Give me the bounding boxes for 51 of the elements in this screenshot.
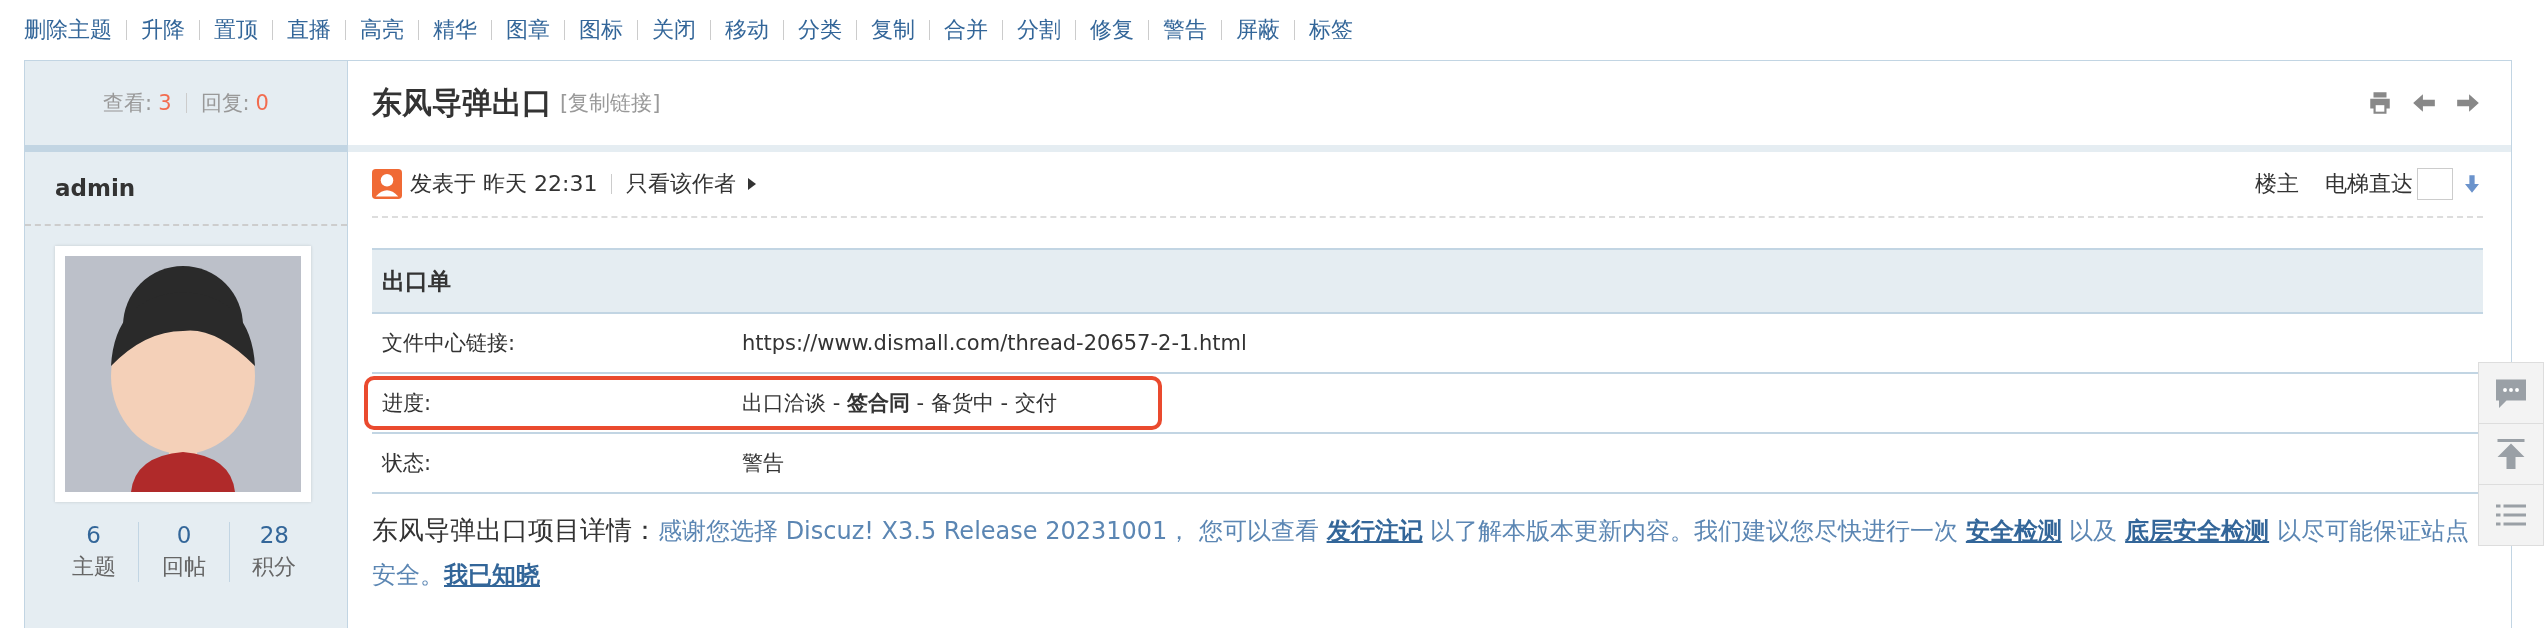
floor-label: 楼主 (2255, 170, 2299, 198)
stat-label: 主题 (71, 553, 116, 581)
thread-title: 东风导弹出口 (372, 83, 552, 122)
moderation-link[interactable]: 升降 (141, 15, 185, 45)
details-text: 东风导弹出口项目详情：感谢您选择 Discuz! X3.5 Release 20231001， 您可以查看 发行注记 以了解本版本更新内容。我们建议您尽快进行一次 安全检测 以及 底层安全检测 以尽可能保证站点安全。我已知晓 (372, 514, 2470, 591)
stat-count[interactable]: 28 (259, 522, 289, 548)
notice-link[interactable]: 底层安全检测 (2125, 517, 2270, 545)
moderation-link[interactable]: 直播 (287, 15, 331, 45)
author-name[interactable]: admin (55, 175, 136, 201)
moderation-link[interactable]: 图标 (579, 15, 623, 45)
moderation-link[interactable]: 删除主题 (24, 15, 112, 45)
moderation-link[interactable]: 分割 (1017, 15, 1061, 45)
field-label: 进度: (382, 390, 433, 417)
stat-label: 回帖 (162, 553, 206, 581)
author-only-link[interactable]: 只看该作者 (626, 169, 737, 199)
moderation-link[interactable]: 高亮 (360, 15, 404, 45)
notice-link[interactable]: 发行注记 (1326, 517, 1423, 545)
moderation-link[interactable]: 合并 (944, 15, 988, 45)
moderation-link[interactable]: 分类 (798, 15, 842, 45)
views-label: 查看: (103, 90, 153, 117)
moderation-link[interactable]: 置顶 (214, 15, 258, 45)
user-icon (372, 169, 402, 199)
stat-count[interactable]: 0 (176, 522, 192, 548)
field-value: 出口洽谈 - 签合同 - 备货中 - 交付 (742, 390, 1057, 417)
caret-icon (748, 177, 757, 191)
replies-count: 0 (255, 91, 269, 115)
views-count: 3 (158, 91, 172, 115)
post-time: 发表于 昨天 22:31 (410, 170, 598, 198)
moderation-link[interactable]: 屏蔽 (1236, 15, 1280, 45)
moderation-link[interactable]: 警告 (1163, 15, 1207, 45)
moderation-link[interactable]: 精华 (433, 15, 477, 45)
replies-label: 回复: (200, 90, 250, 117)
moderation-link[interactable]: 图章 (506, 15, 550, 45)
print-icon[interactable] (2367, 90, 2393, 116)
stat-count[interactable]: 6 (86, 522, 101, 548)
moderation-link[interactable]: 修复 (1090, 15, 1134, 45)
moderation-link[interactable]: 关闭 (652, 15, 696, 45)
field-value: https://www.dismall.com/thread-20657-2-1.html (742, 331, 1247, 355)
arrow-down-icon[interactable] (2465, 174, 2479, 194)
notice-link[interactable]: 我已知晓 (444, 561, 540, 589)
form-title: 出口单 (382, 266, 451, 296)
floor-input[interactable] (2417, 168, 2453, 200)
moderation-link[interactable]: 标签 (1309, 15, 1353, 45)
moderation-link[interactable]: 复制 (871, 15, 915, 45)
stat-label: 积分 (252, 553, 297, 581)
moderation-link[interactable]: 移动 (725, 15, 769, 45)
field-value: 警告 (742, 450, 784, 477)
field-label: 状态: (382, 450, 433, 477)
field-label: 文件中心链接: (382, 330, 517, 357)
elevator-label: 电梯直达 (2325, 170, 2413, 198)
notice-link[interactable]: 安全检测 (1965, 517, 2062, 545)
